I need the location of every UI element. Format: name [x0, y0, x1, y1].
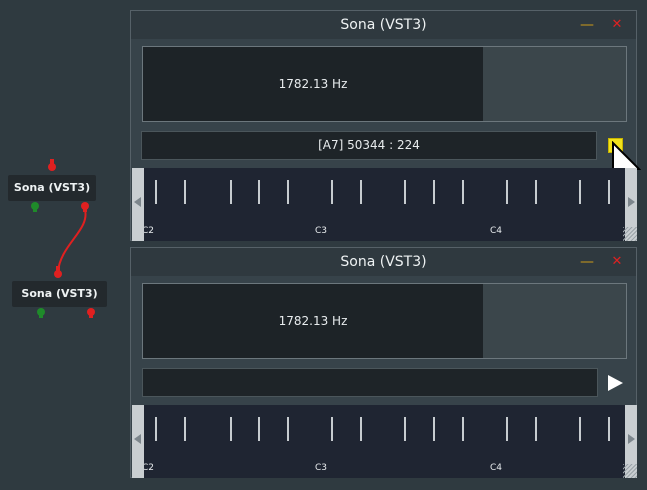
key-marker [287, 417, 289, 441]
key-label-c2: C2 [144, 463, 154, 473]
node-2-midi-out-pin[interactable] [37, 308, 45, 318]
window-title: Sona (VST3) [340, 17, 427, 33]
key-marker [608, 417, 610, 441]
play-button[interactable] [608, 375, 623, 391]
node-1-midi-out-pin[interactable] [31, 202, 39, 212]
key-marker [331, 417, 333, 441]
key-marker [230, 180, 232, 204]
resize-grip-icon[interactable] [623, 227, 637, 241]
key-marker [155, 417, 157, 441]
scroll-left-button[interactable] [132, 405, 144, 478]
info-field[interactable]: [A7] 50344 : 224 [141, 131, 597, 160]
key-marker [184, 417, 186, 441]
plugin-window-2: Sona (VST3) — ✕ 1782.13 Hz C2 C3 C4 [130, 247, 637, 478]
node-1-audio-out-pin[interactable] [81, 202, 89, 212]
node-sona-2[interactable]: Sona (VST3) [12, 281, 107, 307]
key-marker [404, 180, 406, 204]
key-marker [462, 417, 464, 441]
node-2-audio-out-pin[interactable] [87, 308, 95, 318]
key-marker [535, 417, 537, 441]
frequency-value: 1782.13 Hz [278, 77, 348, 91]
key-marker [331, 180, 333, 204]
key-marker [608, 180, 610, 204]
frequency-display: 1782.13 Hz [142, 283, 627, 359]
key-marker [535, 180, 537, 204]
arrow-left-icon [134, 197, 141, 207]
key-marker [404, 417, 406, 441]
node-1-input-pin[interactable] [48, 159, 56, 171]
arrow-right-icon [628, 434, 635, 444]
minimize-button[interactable]: — [579, 254, 595, 270]
key-label-c3: C3 [315, 463, 328, 473]
key-marker [506, 417, 508, 441]
close-button[interactable]: ✕ [609, 254, 625, 270]
info-text: [A7] 50344 : 224 [318, 138, 420, 152]
key-marker [433, 417, 435, 441]
node-label: Sona (VST3) [13, 181, 91, 194]
plugin-window-1: Sona (VST3) — ✕ 1782.13 Hz [A7] 50344 : … [130, 10, 641, 241]
key-marker [287, 180, 289, 204]
window-title: Sona (VST3) [340, 254, 427, 270]
info-field[interactable] [142, 368, 598, 397]
minimize-button[interactable]: — [579, 17, 595, 33]
title-bar[interactable]: Sona (VST3) — ✕ [131, 11, 636, 39]
keyboard-strip[interactable]: C2 C3 C4 [132, 405, 637, 478]
close-button[interactable]: ✕ [609, 17, 625, 33]
key-marker [184, 180, 186, 204]
key-marker [360, 417, 362, 441]
resize-grip-icon[interactable] [623, 464, 637, 478]
key-label-c4: C4 [490, 226, 503, 236]
key-marker [258, 180, 260, 204]
frequency-display: 1782.13 Hz [142, 46, 627, 122]
key-marker [360, 180, 362, 204]
node-label: Sona (VST3) [21, 287, 98, 300]
keyboard-strip[interactable]: C2 C3 C4 [132, 168, 637, 241]
key-label-c4: C4 [490, 463, 503, 473]
frequency-value: 1782.13 Hz [278, 314, 348, 328]
key-marker [433, 180, 435, 204]
key-label-c3: C3 [315, 226, 328, 236]
key-marker [579, 180, 581, 204]
key-marker [579, 417, 581, 441]
arrow-left-icon [134, 434, 141, 444]
key-marker [506, 180, 508, 204]
scroll-left-button[interactable] [132, 168, 144, 241]
title-bar[interactable]: Sona (VST3) — ✕ [131, 248, 636, 276]
key-label-c2: C2 [144, 226, 154, 236]
node-sona-1[interactable]: Sona (VST3) [8, 175, 96, 201]
arrow-right-icon [628, 197, 635, 207]
key-marker [462, 180, 464, 204]
node-2-input-pin[interactable] [54, 266, 62, 278]
key-marker [230, 417, 232, 441]
key-marker [155, 180, 157, 204]
key-marker [258, 417, 260, 441]
